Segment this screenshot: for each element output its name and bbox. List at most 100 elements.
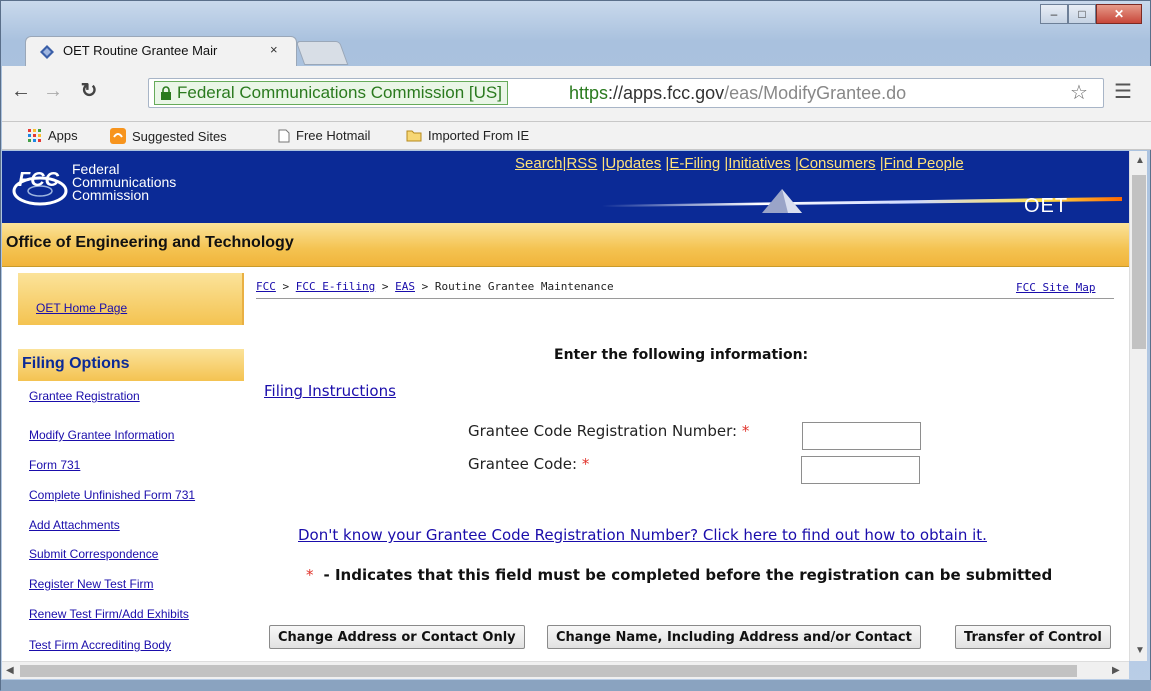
horizontal-scroll-thumb[interactable] xyxy=(20,665,1077,677)
url-path: /eas/ModifyGrantee.do xyxy=(724,83,907,103)
field-label: Grantee Code: xyxy=(468,455,578,473)
change-address-button[interactable]: Change Address or Contact Only xyxy=(269,625,525,649)
url-host: ://apps.fcc.gov xyxy=(608,83,725,103)
ev-certificate-badge[interactable]: Federal Communications Commission [US] xyxy=(154,81,508,105)
top-link-rss[interactable]: RSS xyxy=(566,155,597,172)
filing-options-title: Filing Options xyxy=(22,355,130,372)
vertical-scroll-thumb[interactable] xyxy=(1132,175,1146,349)
top-link-search[interactable]: Search xyxy=(515,155,563,172)
vertical-scrollbar[interactable]: ▲ ▼ xyxy=(1129,151,1147,661)
fcc-logo-text: FCC xyxy=(18,169,60,191)
oet-mark: OET xyxy=(1024,195,1069,217)
site-map-link[interactable]: FCC Site Map xyxy=(1016,281,1095,294)
horizontal-scrollbar[interactable]: ◀ ▶ xyxy=(2,661,1129,679)
agency-line-3: Commission xyxy=(72,187,150,203)
bookmarks-bar: Apps Suggested Sites Free Hotmail Import… xyxy=(2,122,1151,150)
breadcrumb-current: Routine Grantee Maintenance xyxy=(434,280,614,293)
top-link-initiatives[interactable]: Initiatives xyxy=(728,155,791,172)
grantee-code-input[interactable] xyxy=(801,456,920,484)
top-link-efiling[interactable]: E-Filing xyxy=(669,155,720,172)
filing-instructions-link[interactable]: Filing Instructions xyxy=(264,382,396,400)
breadcrumb-fcc[interactable]: FCC xyxy=(256,280,276,293)
window-bottom-edge xyxy=(1,680,1151,691)
sidebar-item-complete-form-731[interactable]: Complete Unfinished Form 731 xyxy=(29,488,195,502)
sidebar-item-renew-test-firm[interactable]: Renew Test Firm/Add Exhibits xyxy=(29,607,189,621)
tab-close-icon[interactable]: × xyxy=(270,42,278,57)
sidebar-item-register-test-firm[interactable]: Register New Test Firm xyxy=(29,577,153,591)
bookmark-label: Imported From IE xyxy=(428,128,530,143)
ev-label: Federal Communications Commission [US] xyxy=(177,83,502,102)
fcc-favicon-icon xyxy=(40,45,54,59)
required-asterisk: * xyxy=(581,455,590,473)
transfer-of-control-button[interactable]: Transfer of Control xyxy=(955,625,1111,649)
menu-icon[interactable]: ☰ xyxy=(1114,79,1132,104)
filing-options-header: Filing Options xyxy=(18,349,244,381)
bookmark-suggested-sites[interactable]: Suggested Sites xyxy=(110,128,227,144)
scroll-down-icon[interactable]: ▼ xyxy=(1135,645,1145,656)
url-text[interactable]: https://apps.fcc.gov/eas/ModifyGrantee.d… xyxy=(569,81,906,105)
top-link-find-people[interactable]: Find People xyxy=(884,155,964,172)
breadcrumb-separator: > xyxy=(275,280,296,293)
forward-icon[interactable]: → xyxy=(42,80,64,103)
top-links: Search|RSS |Updates |E-Filing |Initiativ… xyxy=(515,155,964,172)
browser-window: – □ ✕ OET Routine Grantee Mair × ← → ↻ F… xyxy=(0,0,1151,691)
registration-number-help-link[interactable]: Don't know your Grantee Code Registratio… xyxy=(298,526,987,544)
apps-grid-icon xyxy=(28,128,41,142)
reload-icon[interactable]: ↻ xyxy=(78,78,100,103)
scroll-right-icon[interactable]: ▶ xyxy=(1112,665,1120,676)
top-link-updates[interactable]: Updates xyxy=(605,155,661,172)
tab-title: OET Routine Grantee Mair xyxy=(63,43,218,58)
address-bar[interactable]: Federal Communications Commission [US] h… xyxy=(148,78,1104,108)
sidebar-item-accrediting-body[interactable]: Test Firm Accrediting Body xyxy=(29,638,171,652)
bookmark-imported-from-ie[interactable]: Imported From IE xyxy=(406,128,529,143)
bookmark-free-hotmail[interactable]: Free Hotmail xyxy=(278,128,370,143)
suggested-sites-icon xyxy=(110,128,126,144)
change-name-button[interactable]: Change Name, Including Address and/or Co… xyxy=(547,625,921,649)
star-icon[interactable]: ☆ xyxy=(1070,80,1088,105)
sidebar-item-form-731[interactable]: Form 731 xyxy=(29,458,80,472)
sidebar-item-submit-correspondence[interactable]: Submit Correspondence xyxy=(29,547,158,561)
browser-toolbar: ← → ↻ Federal Communications Commission … xyxy=(2,66,1151,122)
required-asterisk: * xyxy=(306,566,314,584)
fcc-header: FCC Federal Communications Commission Se… xyxy=(2,151,1129,223)
bookmark-apps[interactable]: Apps xyxy=(28,128,78,143)
sidebar-item-grantee-registration[interactable]: Grantee Registration xyxy=(29,389,140,403)
bookmark-label: Free Hotmail xyxy=(296,128,371,143)
close-window-button[interactable]: ✕ xyxy=(1096,4,1142,24)
office-banner: Office of Engineering and Technology xyxy=(2,223,1129,267)
required-asterisk: * xyxy=(741,422,750,440)
url-scheme: https xyxy=(569,83,609,103)
form-prompt: Enter the following information: xyxy=(554,347,809,363)
agency-name: Federal Communications Commission xyxy=(72,162,176,203)
back-icon[interactable]: ← xyxy=(10,80,32,103)
bookmark-label: Apps xyxy=(48,128,78,143)
breadcrumb-separator: > xyxy=(375,280,396,293)
registration-number-label: Grantee Code Registration Number: * xyxy=(468,422,749,440)
breadcrumb: FCC > FCC E-filing > EAS > Routine Grant… xyxy=(256,280,614,293)
grantee-code-label: Grantee Code: * xyxy=(468,455,589,473)
maximize-button[interactable]: □ xyxy=(1068,4,1096,24)
lock-icon xyxy=(161,86,171,100)
breadcrumb-efiling[interactable]: FCC E-filing xyxy=(296,280,375,293)
required-legend: * - Indicates that this field must be com… xyxy=(306,566,1052,584)
top-link-consumers[interactable]: Consumers xyxy=(799,155,876,172)
breadcrumb-eas[interactable]: EAS xyxy=(395,280,415,293)
scroll-up-icon[interactable]: ▲ xyxy=(1135,155,1145,166)
sidebar-item-modify-grantee[interactable]: Modify Grantee Information xyxy=(29,428,174,442)
folder-icon xyxy=(406,130,422,142)
home-tab: OET Home Page xyxy=(18,273,244,325)
scroll-left-icon[interactable]: ◀ xyxy=(6,665,14,676)
page-icon xyxy=(278,129,290,142)
legend-text: - Indicates that this field must be comp… xyxy=(323,566,1053,584)
new-tab-button[interactable] xyxy=(295,41,349,65)
minimize-button[interactable]: – xyxy=(1040,4,1068,24)
oet-home-link[interactable]: OET Home Page xyxy=(36,301,127,315)
bookmark-label: Suggested Sites xyxy=(132,128,227,144)
page-viewport: FCC Federal Communications Commission Se… xyxy=(2,151,1129,661)
office-title: Office of Engineering and Technology xyxy=(6,234,294,251)
breadcrumb-divider xyxy=(256,298,1114,299)
registration-number-input[interactable] xyxy=(802,422,921,450)
sidebar-item-add-attachments[interactable]: Add Attachments xyxy=(29,518,120,532)
breadcrumb-separator: > xyxy=(414,280,435,293)
field-label: Grantee Code Registration Number: xyxy=(468,422,738,440)
